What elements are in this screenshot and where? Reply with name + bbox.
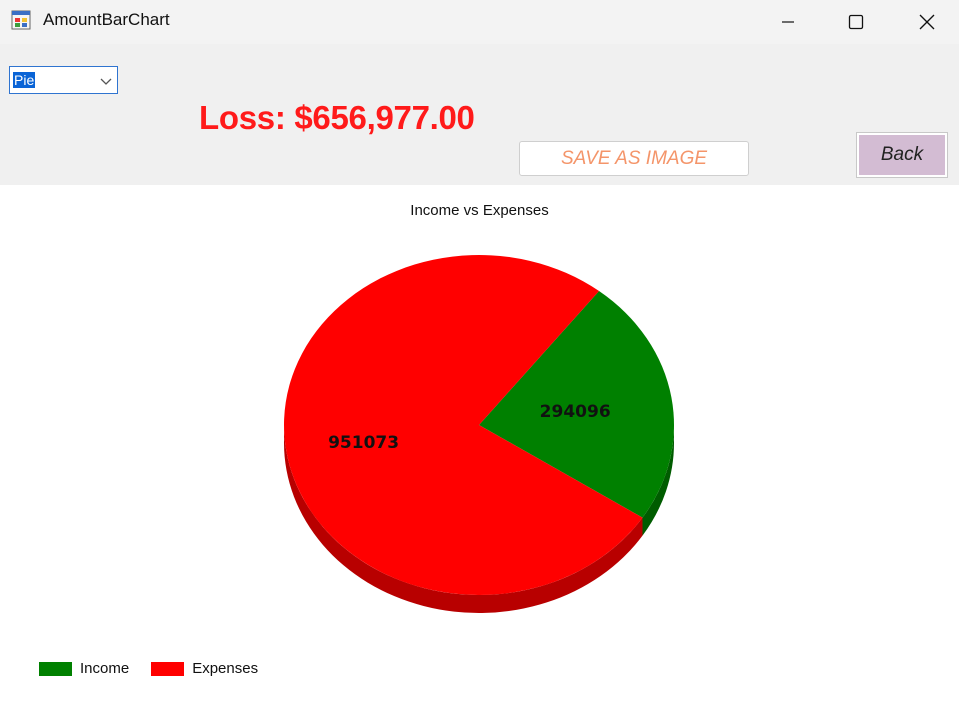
pie-chart: 294096 951073 bbox=[284, 255, 675, 614]
pie-data-label-income: 294096 bbox=[540, 402, 611, 422]
legend-item-expenses: Expenses bbox=[151, 660, 258, 677]
maximize-icon bbox=[848, 14, 864, 30]
close-button[interactable] bbox=[904, 0, 950, 44]
chart-type-selected: Pie bbox=[13, 72, 36, 88]
chart-area: Income vs Expenses 294096 951073 Income E… bbox=[0, 185, 959, 702]
legend-label-income: Income bbox=[80, 660, 130, 677]
legend-swatch-income bbox=[39, 661, 72, 676]
maximize-button[interactable] bbox=[833, 0, 879, 44]
toolbar: Pie Loss: $656,977.00 SAVE AS IMAGE Back bbox=[0, 44, 959, 185]
minimize-button[interactable] bbox=[765, 0, 811, 44]
title-bar: AmountBarChart bbox=[0, 0, 959, 44]
minimize-icon bbox=[782, 21, 794, 23]
pie-data-label-expenses: 951073 bbox=[328, 433, 399, 453]
back-button[interactable]: Back bbox=[856, 132, 948, 178]
close-icon bbox=[919, 14, 935, 30]
loss-label: Loss: $656,977.00 bbox=[199, 99, 475, 136]
legend-item-income: Income bbox=[39, 660, 129, 677]
chart-legend: Income Expenses bbox=[39, 660, 280, 677]
windows-form-icon bbox=[11, 10, 31, 30]
chevron-down-icon bbox=[99, 74, 113, 92]
window-title: AmountBarChart bbox=[43, 10, 170, 29]
chart-type-dropdown[interactable]: Pie bbox=[9, 66, 118, 94]
legend-label-expenses: Expenses bbox=[192, 660, 259, 677]
save-as-image-button[interactable]: SAVE AS IMAGE bbox=[519, 141, 749, 176]
app-window: AmountBarChart Pie Loss: $656,977.00 SAV… bbox=[0, 0, 959, 702]
legend-swatch-expenses bbox=[151, 661, 185, 676]
